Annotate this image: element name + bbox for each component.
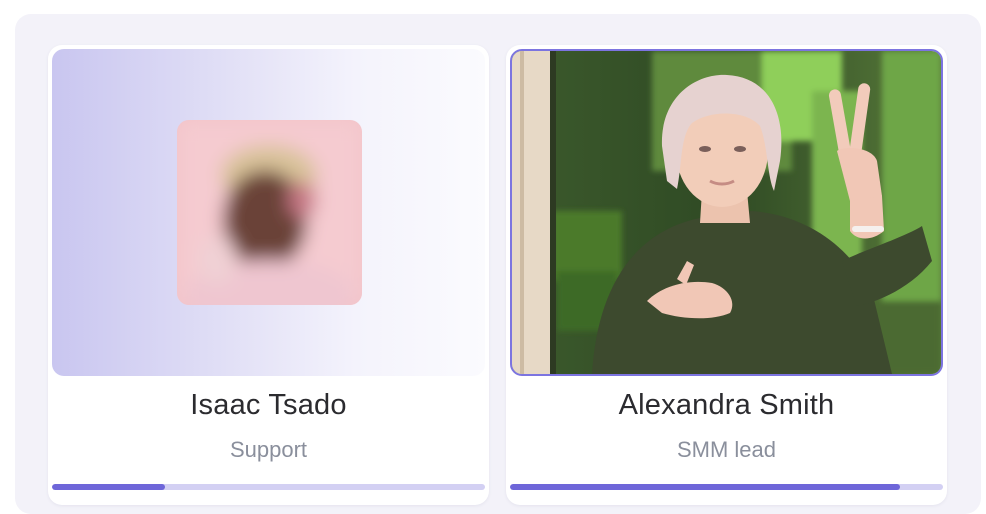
video-frame	[512, 51, 941, 374]
participant-name: Isaac Tsado	[190, 389, 347, 421]
participant-name: Alexandra Smith	[618, 389, 835, 421]
participant-video	[510, 49, 943, 376]
audio-level-fill	[52, 484, 165, 490]
participant-tile-isaac[interactable]: Isaac Tsado Support	[48, 45, 489, 505]
audio-level-fill	[510, 484, 900, 490]
participant-avatar-blurred	[177, 120, 362, 305]
participant-role: Support	[229, 437, 308, 462]
participant-media-placeholder	[52, 49, 485, 376]
participant-tile-alexandra[interactable]: Alexandra Smith SMM lead	[506, 45, 947, 505]
participant-role: SMM lead	[676, 437, 777, 462]
audio-level-bar	[52, 484, 485, 490]
audio-level-bar	[510, 484, 943, 490]
